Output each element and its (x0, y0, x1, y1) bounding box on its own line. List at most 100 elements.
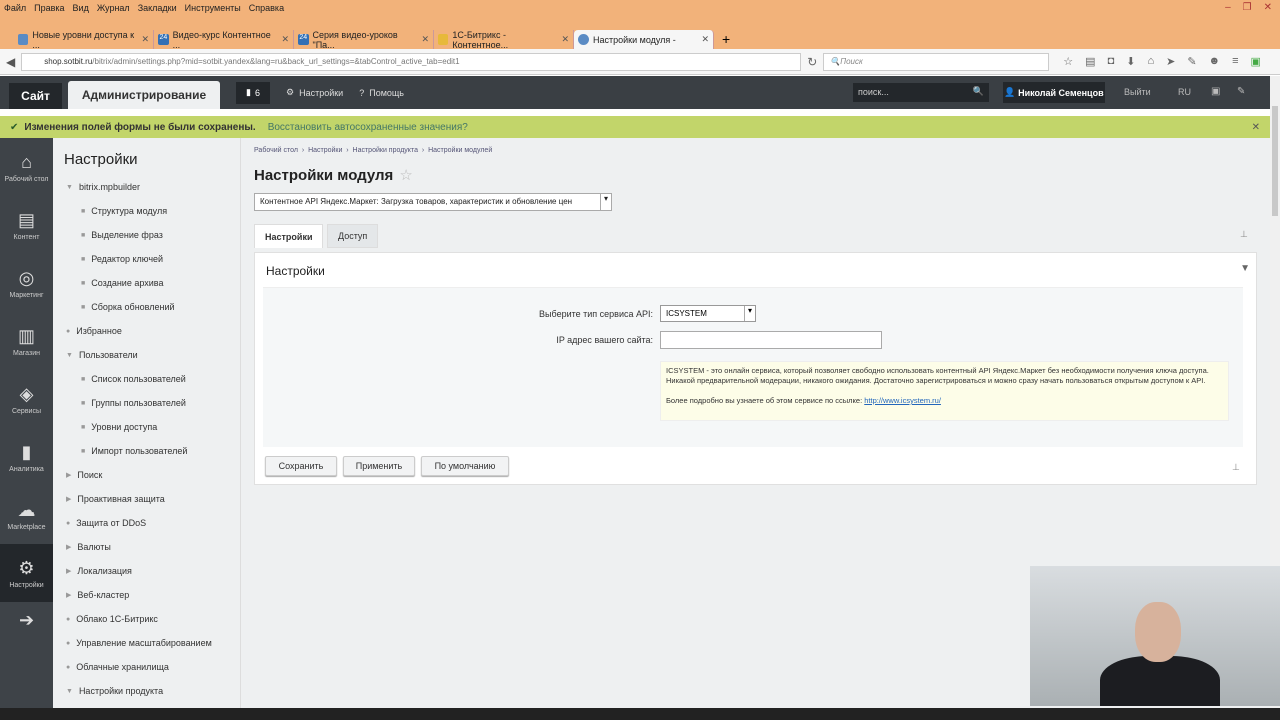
panel-icon[interactable]: ▣ (1211, 86, 1220, 97)
close-tab-icon[interactable]: ✕ (421, 34, 429, 45)
close-window-icon[interactable]: ✕ (1264, 2, 1272, 13)
favorite-star-icon[interactable]: ☆ (399, 167, 412, 184)
pin-buttons-icon[interactable]: ⊥ (1232, 462, 1240, 473)
reload-icon[interactable]: ↻ (807, 55, 817, 69)
home-icon[interactable]: ⌂ (1147, 55, 1154, 68)
collapse-icon[interactable]: ▼ (1240, 263, 1250, 274)
expand-icon[interactable]: ▶ (66, 495, 71, 503)
pin-tabs-icon[interactable]: ⊥ (1240, 229, 1248, 240)
ip-address-input[interactable] (660, 331, 882, 349)
browser-tab-active[interactable]: Настройки модуля -✕ (574, 30, 714, 49)
sidebar-item[interactable]: ▶Локализация (66, 566, 132, 576)
new-tab-button[interactable]: + (722, 31, 730, 47)
menu-edit[interactable]: Правка (34, 3, 64, 13)
menu-file[interactable]: Файл (4, 3, 26, 13)
expand-icon[interactable]: ▶ (66, 543, 71, 551)
logout-link[interactable]: Выйти (1124, 87, 1151, 97)
menu-history[interactable]: Журнал (97, 3, 130, 13)
expand-icon[interactable]: ▼ (66, 352, 73, 359)
left-nav-item[interactable]: ◈Сервисы (0, 370, 53, 428)
send-icon[interactable]: ➤ (1166, 55, 1175, 68)
sidebar-item[interactable]: ■Уровни доступа (81, 422, 157, 432)
expand-icon[interactable]: ● (66, 520, 70, 527)
expand-icon[interactable]: ▼ (66, 688, 73, 695)
expand-icon[interactable]: ● (66, 640, 70, 647)
back-icon[interactable]: ◀ (6, 55, 15, 69)
browser-tab[interactable]: 1С-Битрикс - Контентное...✕ (434, 30, 574, 49)
left-nav-item[interactable]: ▥Магазин (0, 312, 53, 370)
close-tab-icon[interactable]: ✕ (561, 34, 569, 45)
close-tab-icon[interactable]: ✕ (281, 34, 289, 45)
icsystem-link[interactable]: http://www.icsystem.ru/ (864, 396, 941, 405)
sidebar-item[interactable]: ■Выделение фраз (81, 230, 163, 240)
expand-icon[interactable]: ● (66, 328, 70, 335)
site-tab[interactable]: Сайт (9, 83, 62, 109)
sidebar-item[interactable]: ■Сборка обновлений (81, 302, 175, 312)
menu-bookmarks[interactable]: Закладки (138, 3, 177, 13)
user-button[interactable]: 👤 Николай Семенцов (1003, 82, 1105, 103)
sidebar-item[interactable]: ■Список пользователей (81, 374, 186, 384)
breadcrumb-item[interactable]: Настройки (308, 147, 342, 154)
language-select[interactable]: RU (1178, 87, 1191, 97)
breadcrumb-item[interactable]: Настройки продукта (353, 147, 418, 154)
left-nav-item[interactable]: ➔ (0, 602, 53, 642)
pocket-icon[interactable]: ◘ (1108, 55, 1115, 68)
menu-view[interactable]: Вид (73, 3, 89, 13)
breadcrumb-item[interactable]: Рабочий стол (254, 147, 298, 154)
expand-icon[interactable]: ▶ (66, 591, 71, 599)
sidebar-item[interactable]: ■Группы пользователей (81, 398, 186, 408)
addon-icon[interactable]: ▣ (1251, 55, 1261, 68)
sidebar-item[interactable]: ■Импорт пользователей (81, 446, 187, 456)
administration-tab[interactable]: Администрирование (68, 81, 220, 109)
module-select[interactable]: Контентное API Яндекс.Маркет: Загрузка т… (254, 193, 612, 211)
tab-access[interactable]: Доступ (327, 224, 378, 248)
browser-tab[interactable]: 24Серия видео-уроков "Па...✕ (294, 30, 434, 49)
sidebar-item[interactable]: ●Облако 1С-Битрикс (66, 614, 158, 624)
settings-link[interactable]: ⚙Настройки (286, 87, 343, 98)
sidebar-item[interactable]: ▶Поиск (66, 470, 102, 480)
left-nav-item[interactable]: ▮Аналитика (0, 428, 53, 486)
sidebar-item[interactable]: ▼Пользователи (66, 350, 138, 360)
left-nav-item[interactable]: ◎Маркетинг (0, 254, 53, 312)
sidebar-item[interactable]: ●Облачные хранилища (66, 662, 169, 672)
url-input[interactable]: shop.sotbit.ru/bitrix/admin/settings.php… (21, 53, 801, 71)
sidebar-item[interactable]: ●Избранное (66, 326, 122, 336)
pin-icon[interactable]: ✎ (1237, 86, 1245, 97)
sidebar-item[interactable]: ▶Проактивная защита (66, 494, 165, 504)
bookmark-star-icon[interactable]: ☆ (1063, 55, 1073, 68)
sidebar-item[interactable]: ●Управление масштабированием (66, 638, 212, 648)
sidebar-item[interactable]: ■Создание архива (81, 278, 163, 288)
admin-search-input[interactable]: поиск...🔍 (853, 83, 989, 102)
expand-icon[interactable]: ▶ (66, 471, 71, 479)
expand-icon[interactable]: ▶ (66, 567, 71, 575)
left-nav-item[interactable]: ☁Marketplace (0, 486, 53, 544)
download-icon[interactable]: ⬇ (1126, 55, 1135, 68)
left-nav-item[interactable]: ⌂Рабочий стол (0, 138, 53, 196)
expand-icon[interactable]: ● (66, 664, 70, 671)
left-nav-item[interactable]: ⚙Настройки (0, 544, 53, 602)
chat-icon[interactable]: ☻ (1209, 55, 1221, 68)
sidebar-item[interactable]: ■Структура модуля (81, 206, 167, 216)
save-button[interactable]: Сохранить (265, 456, 337, 476)
tab-settings[interactable]: Настройки (254, 224, 323, 248)
sidebar-item[interactable]: ■Редактор ключей (81, 254, 163, 264)
sidebar-item[interactable]: ●Защита от DDoS (66, 518, 146, 528)
sidebar-item[interactable]: ▶Веб-кластер (66, 590, 129, 600)
expand-icon[interactable]: ● (66, 616, 70, 623)
apply-button[interactable]: Применить (343, 456, 415, 476)
breadcrumb-item[interactable]: Настройки модулей (428, 147, 492, 154)
help-link[interactable]: ?Помощь (359, 88, 404, 98)
search-icon[interactable]: 🔍 (973, 86, 984, 97)
sidebar-item[interactable]: ▶Валюты (66, 542, 111, 552)
service-type-select[interactable]: ICSYSTEM▾ (660, 305, 756, 322)
notifications-button[interactable]: ▮6 (236, 82, 270, 104)
close-tab-icon[interactable]: ✕ (141, 34, 149, 45)
browser-tab[interactable]: Новые уровни доступа к ...✕ (14, 30, 154, 49)
browser-search-input[interactable]: 🔍 Поиск (823, 53, 1049, 71)
restore-link[interactable]: Восстановить автосохраненные значения? (268, 122, 468, 133)
default-button[interactable]: По умолчанию (421, 456, 509, 476)
reading-list-icon[interactable]: ▤ (1085, 55, 1095, 68)
close-notice-icon[interactable]: ✕ (1252, 122, 1260, 133)
expand-icon[interactable]: ▼ (66, 184, 73, 191)
sidebar-item[interactable]: ▼bitrix.mpbuilder (66, 182, 140, 192)
